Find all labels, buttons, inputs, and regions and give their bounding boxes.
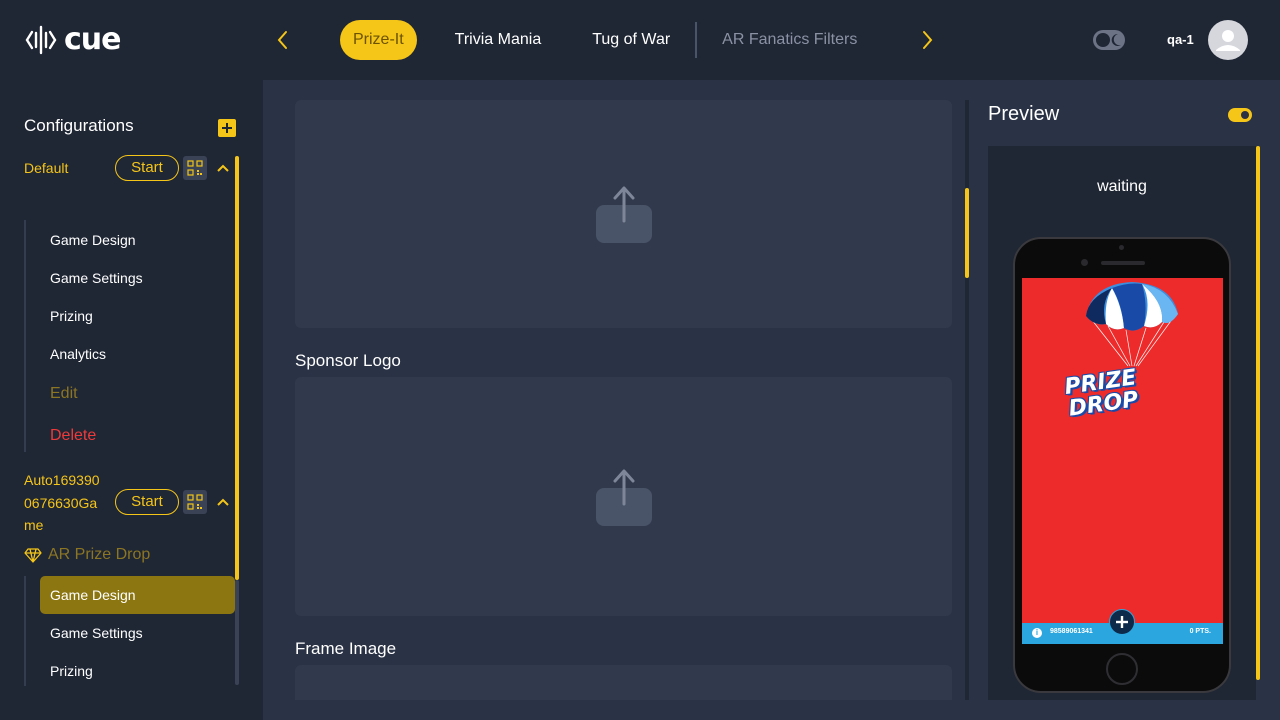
menu-indent-line <box>24 220 26 452</box>
menu-indent-line <box>24 576 26 686</box>
upload-dropzone[interactable] <box>295 100 952 328</box>
phone-sensor <box>1119 245 1124 250</box>
editor-scrollbar-thumb[interactable] <box>965 188 969 278</box>
phone-screen: PRIZE DROP i 98589061341 0 PTS. <box>1022 278 1223 644</box>
parachute-icon <box>1086 282 1178 367</box>
sponsor-logo-upload[interactable] <box>295 377 952 616</box>
config-name-line: me <box>24 517 44 533</box>
top-bar: cue Prize-It Trivia Mania Tug of War AR … <box>0 0 1280 80</box>
qr-code-icon <box>187 494 203 510</box>
upload-icon <box>595 186 652 243</box>
tab-prize-it[interactable]: Prize-It <box>340 20 417 60</box>
editor-scrollbar-track[interactable] <box>965 100 969 700</box>
add-configuration-button[interactable] <box>218 119 236 137</box>
chevron-left-icon[interactable] <box>275 28 289 52</box>
info-icon: i <box>1032 628 1042 638</box>
menu-game-design-selected[interactable]: Game Design <box>40 576 235 614</box>
menu-game-settings[interactable]: Game Settings <box>50 270 143 286</box>
menu-analytics[interactable]: Analytics <box>50 346 106 362</box>
config-name-line: 0676630Ga <box>24 494 98 511</box>
upload-icon <box>595 469 652 526</box>
cue-logo-icon <box>25 25 57 54</box>
phone-home-button <box>1106 653 1138 685</box>
menu-delete[interactable]: Delete <box>50 427 96 445</box>
game-type-text: AR Prize Drop <box>48 546 151 563</box>
logo-text: cue <box>64 22 121 57</box>
user-icon <box>1216 30 1240 51</box>
username: qa-1 <box>1167 32 1194 47</box>
sidebar-scrollbar-thumb[interactable] <box>235 156 239 580</box>
chevron-up-icon[interactable] <box>216 163 230 173</box>
sponsor-logo-label: Sponsor Logo <box>295 351 401 370</box>
preview-scrollbar[interactable] <box>1256 146 1260 680</box>
game-tabs: Prize-It Trivia Mania Tug of War AR Fana… <box>340 20 870 60</box>
add-button <box>1109 609 1135 635</box>
points-display: 0 PTS. <box>1189 628 1211 635</box>
menu-edit[interactable]: Edit <box>50 385 78 403</box>
qr-code-button[interactable] <box>183 156 207 180</box>
tab-tug-of-war[interactable]: Tug of War <box>579 20 683 60</box>
app-logo[interactable]: cue <box>24 22 121 57</box>
frame-image-label: Frame Image <box>295 639 397 658</box>
chevron-right-icon[interactable] <box>921 28 935 52</box>
start-button-default[interactable]: Start <box>115 155 179 181</box>
diamond-icon <box>24 548 42 563</box>
config-name-line: Auto169390 <box>24 472 100 488</box>
preview-toggle[interactable] <box>1228 108 1252 122</box>
preview-status: waiting <box>1097 178 1147 195</box>
frame-image-upload[interactable] <box>295 665 952 700</box>
chevron-up-icon[interactable] <box>216 497 230 507</box>
menu-game-settings[interactable]: Game Settings <box>50 625 143 641</box>
moon-icon <box>1111 33 1121 46</box>
menu-prizing[interactable]: Prizing <box>50 663 93 679</box>
config-name-default[interactable]: Default <box>24 157 68 180</box>
player-id: 98589061341 <box>1050 628 1093 635</box>
tab-divider <box>695 22 698 58</box>
menu-prizing[interactable]: Prizing <box>50 308 93 324</box>
sidebar-scrollbar-track[interactable] <box>235 580 239 685</box>
tab-trivia-mania[interactable]: Trivia Mania <box>442 20 555 60</box>
tab-ar-fanatics-filters[interactable]: AR Fanatics Filters <box>709 20 870 60</box>
qr-code-icon <box>187 160 203 176</box>
menu-game-design[interactable]: Game Design <box>50 232 136 248</box>
config-name-auto[interactable]: Auto169390 0676630Ga me <box>24 469 100 537</box>
phone-speaker <box>1101 261 1145 265</box>
phone-camera <box>1081 259 1088 266</box>
preview-title: Preview <box>988 103 1060 125</box>
qr-code-button[interactable] <box>183 490 207 514</box>
prize-drop-logo: PRIZE DROP <box>1063 365 1141 421</box>
start-button-auto[interactable]: Start <box>115 489 179 515</box>
user-avatar[interactable] <box>1208 20 1248 60</box>
theme-toggle[interactable] <box>1093 30 1125 50</box>
sidebar: Configurations Default Start Game Design… <box>0 80 263 720</box>
plus-icon <box>1116 616 1128 628</box>
toggle-knob <box>1241 111 1249 119</box>
configurations-title: Configurations <box>24 116 134 135</box>
toggle-knob <box>1096 33 1110 47</box>
plus-icon <box>222 123 232 133</box>
game-type-label[interactable]: AR Prize Drop <box>24 546 150 564</box>
